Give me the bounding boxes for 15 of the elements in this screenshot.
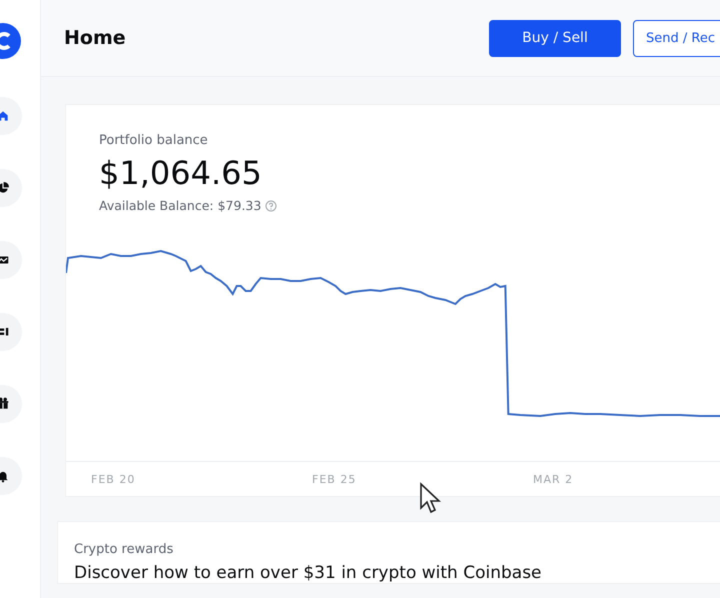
available-balance: Available Balance: $79.33 — [99, 198, 262, 213]
axis-label: FEB 20 — [91, 472, 136, 486]
balance-label: Portfolio balance — [99, 133, 209, 148]
balance-amount: $1,064.65 — [99, 154, 263, 192]
rewards-label: Crypto rewards — [74, 542, 174, 557]
axis-label: MAR 2 — [533, 472, 574, 486]
buy-sell-button[interactable]: Buy / Sell — [489, 20, 622, 56]
rewards-headline[interactable]: Discover how to earn over $31 in crypto with Coinbase — [74, 563, 720, 583]
home-icon — [0, 109, 10, 123]
send-button[interactable]: Send / Rec — [633, 20, 720, 56]
page-title: Home — [64, 27, 127, 49]
pie-icon — [0, 181, 10, 195]
gift-icon — [0, 397, 10, 411]
bell-icon — [0, 469, 10, 483]
axis-label: FEB 25 — [312, 472, 358, 486]
